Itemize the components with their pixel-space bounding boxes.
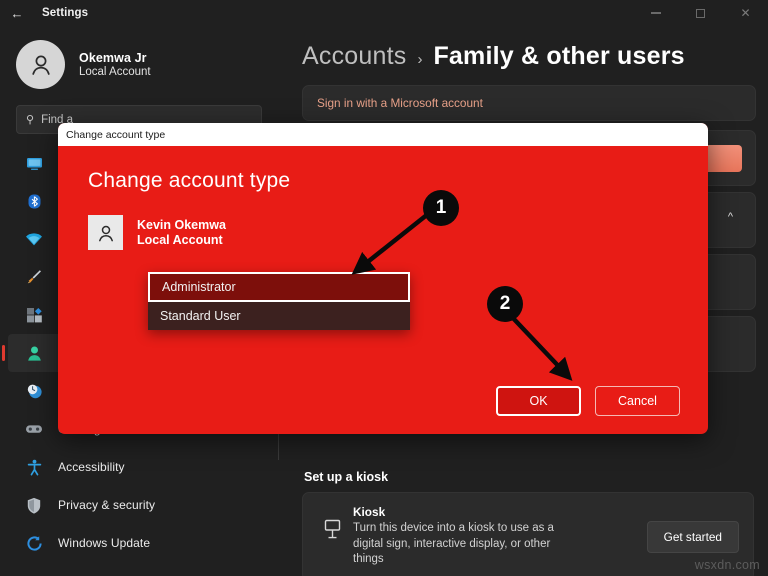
sidebar-item-label: Accessibility (58, 460, 125, 474)
sidebar-item-label: Windows Update (58, 536, 151, 550)
person-avatar-icon (88, 215, 123, 250)
wifi-icon (24, 229, 44, 249)
kiosk-section-label: Set up a kiosk (304, 470, 389, 484)
get-started-button[interactable]: Get started (646, 521, 739, 553)
sidebar-profile[interactable]: Okemwa Jr Local Account (0, 26, 278, 103)
apps-grid-icon (24, 305, 44, 325)
sidebar-item-privacy-security[interactable]: Privacy & security (8, 486, 270, 524)
kiosk-title: Kiosk (353, 505, 386, 519)
shield-icon (24, 495, 44, 515)
dialog-user-name: Kevin Okemwa (137, 218, 226, 232)
gamepad-icon (24, 419, 44, 439)
kiosk-description: Turn this device into a kiosk to use as … (353, 522, 554, 566)
sidebar-item-accessibility[interactable]: Accessibility (8, 448, 270, 486)
sign-in-microsoft-link[interactable]: Sign in with a Microsoft account (317, 96, 741, 110)
maximize-button[interactable] (678, 0, 723, 26)
account-type-select[interactable]: Administrator Standard User (148, 272, 410, 330)
dialog-titlebar: Change account type (58, 123, 708, 146)
accessibility-icon (24, 457, 44, 477)
sidebar-item-windows-update[interactable]: Windows Update (8, 524, 270, 562)
microsoft-account-card: Sign in with a Microsoft account (302, 85, 756, 121)
app-title: Settings (42, 7, 89, 19)
window-controls: ✕ (633, 0, 768, 26)
minimize-button[interactable] (633, 0, 678, 26)
dialog-user-row: Kevin Okemwa Local Account (88, 215, 680, 250)
profile-subtitle: Local Account (79, 66, 151, 78)
accounts-person-icon (24, 343, 44, 363)
kiosk-card: Kiosk Turn this device into a kiosk to u… (302, 492, 754, 576)
annotation-badge-1: 1 (423, 190, 459, 226)
profile-name: Okemwa Jr (79, 51, 147, 65)
system-display-icon (24, 153, 44, 173)
breadcrumb-separator: › (417, 51, 423, 68)
kiosk-display-icon (317, 519, 347, 540)
update-refresh-icon (24, 533, 44, 553)
window-titlebar: ← Settings ✕ (0, 0, 768, 26)
paintbrush-icon (24, 267, 44, 287)
back-arrow-icon[interactable]: ← (0, 0, 34, 26)
breadcrumb-parent[interactable]: Accounts (302, 42, 406, 71)
dialog-actions: OK Cancel (496, 386, 680, 416)
change-account-type-dialog: Change account type Change account type … (58, 123, 708, 434)
cancel-button[interactable]: Cancel (595, 386, 680, 416)
dialog-user-subtitle: Local Account (137, 233, 223, 247)
bluetooth-icon (24, 191, 44, 211)
breadcrumb: Accounts › Family & other users (292, 26, 768, 71)
watermark: wsxdn.com (694, 558, 760, 572)
sidebar-item-label: Privacy & security (58, 498, 156, 512)
page-title: Family & other users (433, 42, 685, 70)
dialog-titlebar-text: Change account type (66, 128, 166, 141)
dialog-heading: Change account type (88, 169, 291, 192)
ok-button[interactable]: OK (496, 386, 581, 416)
chevron-up-icon[interactable]: ^ (728, 211, 733, 223)
dropdown-option-standard-user[interactable]: Standard User (148, 302, 410, 330)
settings-window: ← Settings ✕ Okemwa Jr Local Account ⚲ F… (0, 0, 768, 576)
dropdown-option-administrator[interactable]: Administrator (148, 272, 410, 302)
person-avatar-icon (16, 40, 65, 89)
search-icon: ⚲ (26, 114, 35, 126)
clock-globe-icon (24, 381, 44, 401)
close-icon[interactable]: ✕ (723, 0, 768, 26)
annotation-badge-2: 2 (487, 286, 523, 322)
